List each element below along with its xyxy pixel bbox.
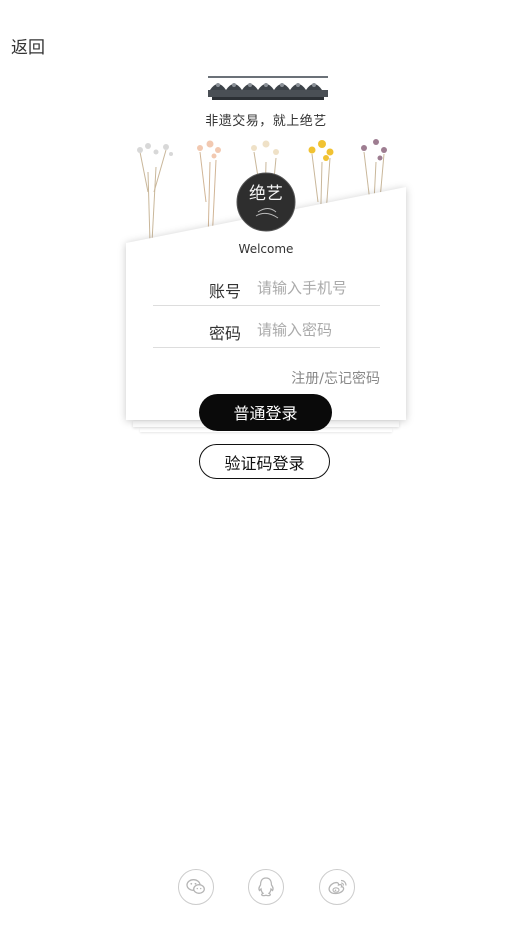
- account-label: 账号: [209, 282, 242, 301]
- normal-login-button[interactable]: 普通登录: [199, 394, 332, 431]
- wechat-login-button[interactable]: [178, 869, 214, 905]
- wechat-icon: [186, 879, 205, 894]
- welcome-text: Welcome: [238, 242, 294, 256]
- roof-tile-icon: [208, 76, 328, 100]
- password-divider: [153, 347, 380, 348]
- password-input[interactable]: [257, 320, 382, 340]
- code-login-button[interactable]: 验证码登录: [199, 444, 330, 479]
- qq-icon: [258, 877, 274, 897]
- account-divider: [153, 305, 380, 306]
- back-button[interactable]: 返回: [11, 33, 45, 58]
- brand-logo: 绝艺: [236, 172, 296, 232]
- register-forgot-link[interactable]: 注册/忘记密码: [270, 368, 380, 388]
- weibo-login-button[interactable]: [319, 869, 355, 905]
- slogan: 非遗交易，就上绝艺: [205, 114, 327, 129]
- password-label: 密码: [209, 324, 242, 343]
- account-input[interactable]: [257, 278, 382, 298]
- weibo-icon: [328, 879, 347, 895]
- qq-login-button[interactable]: [248, 869, 284, 905]
- logo-text: 绝艺: [249, 184, 283, 204]
